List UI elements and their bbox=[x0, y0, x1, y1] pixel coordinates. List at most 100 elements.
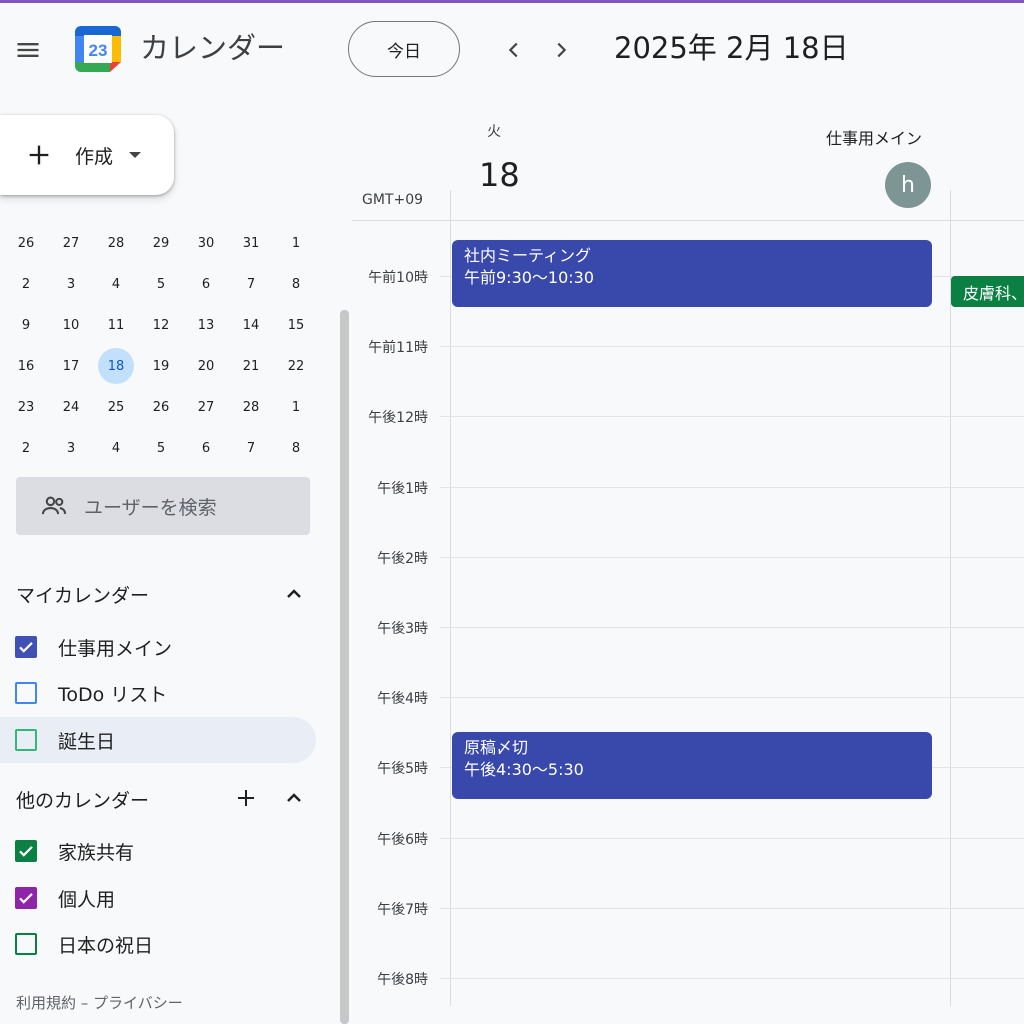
calendar-checkbox[interactable] bbox=[15, 636, 37, 658]
calendar-label: 個人用 bbox=[58, 888, 116, 911]
mini-calendar-day[interactable]: 10 bbox=[53, 307, 89, 343]
chevron-left-icon bbox=[508, 42, 518, 58]
calendar-checkbox[interactable] bbox=[15, 933, 37, 955]
mini-calendar-day[interactable]: 20 bbox=[188, 348, 224, 384]
mini-calendar-day[interactable]: 14 bbox=[233, 307, 269, 343]
mini-calendar-day[interactable]: 9 bbox=[8, 307, 44, 343]
side-event-block[interactable]: 皮膚科、 bbox=[951, 276, 1024, 307]
calendar-item[interactable]: 誕生日 bbox=[0, 717, 316, 763]
mini-calendar-day[interactable]: 19 bbox=[143, 348, 179, 384]
mini-calendar-day[interactable]: 8 bbox=[278, 266, 314, 302]
calendar-checkbox[interactable] bbox=[15, 887, 37, 909]
mini-calendar-day[interactable]: 29 bbox=[143, 225, 179, 261]
mini-calendar-day[interactable]: 7 bbox=[233, 430, 269, 466]
mini-calendar-day[interactable]: 27 bbox=[53, 225, 89, 261]
next-day-button[interactable] bbox=[544, 33, 578, 67]
user-search-input[interactable]: ユーザーを検索 bbox=[16, 477, 310, 535]
calendar-column-title: 仕事用メイン bbox=[826, 129, 923, 148]
mini-calendar-day[interactable]: 15 bbox=[278, 307, 314, 343]
mini-calendar-day[interactable]: 25 bbox=[98, 389, 134, 425]
mini-calendar-day[interactable]: 3 bbox=[53, 266, 89, 302]
mini-calendar-day[interactable]: 28 bbox=[233, 389, 269, 425]
mini-calendar-day[interactable]: 30 bbox=[188, 225, 224, 261]
footer-links[interactable]: 利用規約 – プライバシー bbox=[16, 992, 183, 1013]
calendar-item[interactable]: 仕事用メイン bbox=[0, 624, 316, 670]
hour-gridline bbox=[440, 487, 1024, 488]
hour-label: 午後1時 bbox=[377, 481, 428, 497]
mini-calendar-day[interactable]: 12 bbox=[143, 307, 179, 343]
mini-calendar-day[interactable]: 4 bbox=[98, 430, 134, 466]
hour-gridline bbox=[440, 627, 1024, 628]
mini-calendar-day[interactable]: 21 bbox=[233, 348, 269, 384]
my-calendars-collapse-button[interactable] bbox=[280, 580, 308, 608]
mini-calendar-day[interactable]: 1 bbox=[278, 225, 314, 261]
calendar-label: ToDo リスト bbox=[58, 683, 168, 706]
today-button[interactable]: 今日 bbox=[348, 21, 460, 77]
header-divider bbox=[352, 220, 1024, 221]
calendar-checkbox[interactable] bbox=[15, 840, 37, 862]
hour-label: 午後2時 bbox=[377, 551, 428, 567]
add-other-calendar-button[interactable] bbox=[232, 784, 260, 812]
mini-calendar-day[interactable]: 11 bbox=[98, 307, 134, 343]
plus-icon bbox=[238, 790, 254, 806]
hour-gridline bbox=[440, 908, 1024, 909]
check-icon bbox=[19, 846, 33, 857]
mini-calendar-day[interactable]: 5 bbox=[143, 266, 179, 302]
mini-calendar-day[interactable]: 28 bbox=[98, 225, 134, 261]
mini-calendar-day[interactable]: 2 bbox=[8, 430, 44, 466]
mini-calendar-day[interactable]: 2 bbox=[8, 266, 44, 302]
grid-column-divider bbox=[450, 190, 451, 1006]
mini-calendar-day[interactable]: 22 bbox=[278, 348, 314, 384]
mini-calendar-day[interactable]: 7 bbox=[233, 266, 269, 302]
google-calendar-logo-icon: 23 bbox=[75, 26, 121, 72]
mini-calendar-week: 16 17 18 19 20 21 22 bbox=[3, 346, 318, 387]
mini-calendar-day[interactable]: 6 bbox=[188, 266, 224, 302]
check-icon bbox=[19, 642, 33, 653]
calendar-item[interactable]: ToDo リスト bbox=[0, 670, 316, 716]
avatar[interactable]: h bbox=[885, 162, 931, 208]
mini-calendar-day[interactable]: 27 bbox=[188, 389, 224, 425]
mini-calendar-day[interactable]: 5 bbox=[143, 430, 179, 466]
mini-calendar-day[interactable]: 3 bbox=[53, 430, 89, 466]
day-number[interactable]: 18 bbox=[479, 156, 520, 194]
people-icon bbox=[41, 496, 67, 515]
calendar-checkbox[interactable] bbox=[15, 729, 37, 751]
mini-calendar-day[interactable]: 8 bbox=[278, 430, 314, 466]
mini-calendar-day[interactable]: 31 bbox=[233, 225, 269, 261]
other-calendars-collapse-button[interactable] bbox=[280, 784, 308, 812]
other-calendars-title: 他のカレンダー bbox=[16, 790, 150, 812]
calendar-item[interactable]: 日本の祝日 bbox=[0, 921, 316, 967]
mini-calendar-day[interactable]: 23 bbox=[8, 389, 44, 425]
mini-calendar-week: 2345678 bbox=[3, 264, 318, 305]
mini-calendar-day[interactable]: 24 bbox=[53, 389, 89, 425]
mini-calendar-day[interactable]: 26 bbox=[8, 225, 44, 261]
mini-calendar-day[interactable]: 17 bbox=[53, 348, 89, 384]
hour-label: 午後6時 bbox=[377, 832, 428, 848]
event-block[interactable]: 原稿〆切 午後4:30～5:30 bbox=[452, 732, 932, 799]
calendar-item[interactable]: 家族共有 bbox=[0, 828, 316, 874]
calendar-label: 家族共有 bbox=[58, 841, 135, 864]
hour-gridline bbox=[440, 978, 1024, 979]
mini-calendar-week: 9 10 11 12 13 14 15 bbox=[3, 305, 318, 346]
create-button[interactable]: 作成 bbox=[0, 115, 174, 195]
mini-calendar-day[interactable]: 16 bbox=[8, 348, 44, 384]
previous-day-button[interactable] bbox=[497, 33, 531, 67]
sidebar-scrollbar[interactable] bbox=[340, 310, 349, 1024]
mini-calendar-week: 26 27 28 29 30 31 1 bbox=[3, 223, 318, 264]
hour-label: 午前11時 bbox=[368, 340, 428, 356]
mini-calendar-day[interactable]: 26 bbox=[143, 389, 179, 425]
mini-calendar-day[interactable]: 18 bbox=[98, 348, 134, 384]
mini-calendar-week: 2345678 bbox=[3, 428, 318, 469]
hour-gridline bbox=[440, 557, 1024, 558]
calendar-label: 誕生日 bbox=[58, 730, 116, 753]
calendar-checkbox[interactable] bbox=[15, 682, 37, 704]
hamburger-menu-icon bbox=[17, 43, 39, 57]
mini-calendar-day[interactable]: 1 bbox=[278, 389, 314, 425]
mini-calendar-day[interactable]: 4 bbox=[98, 266, 134, 302]
mini-calendar-day[interactable]: 13 bbox=[188, 307, 224, 343]
event-block[interactable]: 社内ミーティング 午前9:30～10:30 bbox=[452, 240, 932, 307]
check-icon bbox=[19, 893, 33, 904]
calendar-item[interactable]: 個人用 bbox=[0, 875, 316, 921]
mini-calendar-day[interactable]: 6 bbox=[188, 430, 224, 466]
main-menu-button[interactable] bbox=[10, 32, 46, 68]
